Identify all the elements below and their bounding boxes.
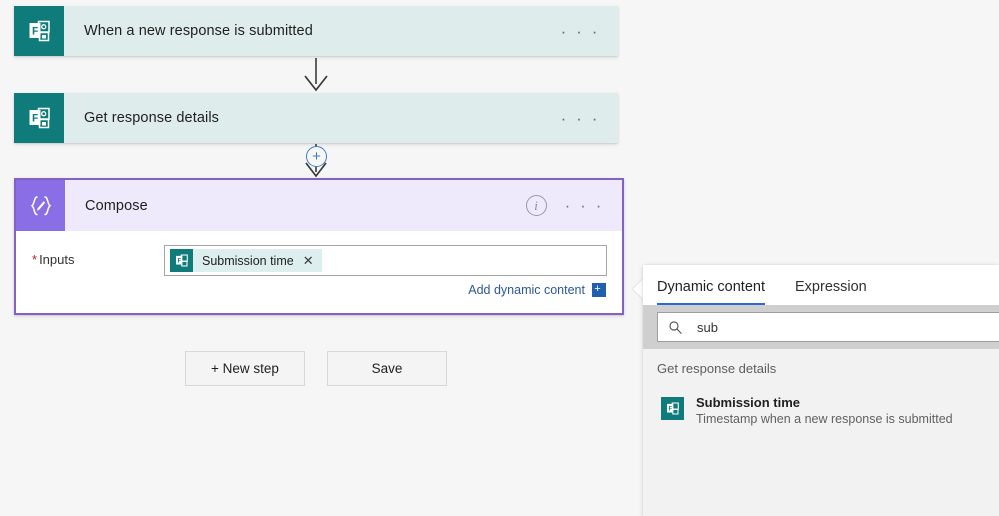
flow-step-card-compose[interactable]: Compose i · · · * Inputs F Submission ti…: [14, 178, 624, 315]
inputs-control: F Submission time ✕ Add dynamic content …: [164, 245, 622, 297]
tab-dynamic-content[interactable]: Dynamic content: [657, 279, 765, 305]
flow-step-card-get-response-details[interactable]: F Get response details · · ·: [14, 93, 618, 143]
close-icon[interactable]: ✕: [303, 254, 314, 267]
insert-step-button[interactable]: +: [306, 146, 327, 167]
step-menu-button[interactable]: · · ·: [551, 110, 618, 127]
dynamic-content-list: Get response details F Submission time T…: [643, 349, 999, 516]
save-button[interactable]: Save: [327, 351, 447, 386]
info-icon[interactable]: i: [525, 195, 547, 216]
token-label: Submission time: [202, 253, 294, 268]
panel-tabs: Dynamic content Expression: [643, 265, 999, 305]
tab-expression[interactable]: Expression: [795, 279, 867, 305]
inputs-field[interactable]: F Submission time ✕: [164, 245, 607, 276]
dynamic-content-item-name: Submission time: [696, 395, 801, 410]
required-marker: *: [32, 252, 38, 267]
power-automate-flow-designer: + F When a new response is submitted · ·…: [0, 0, 999, 516]
microsoft-forms-icon: F: [661, 397, 684, 420]
flow-canvas: + F When a new response is submitted · ·…: [0, 0, 660, 516]
inputs-label-text: Inputs: [39, 252, 75, 267]
dynamic-content-group-title: Get response details: [643, 349, 999, 386]
step-title: When a new response is submitted: [84, 23, 313, 39]
plus-icon: +: [312, 147, 321, 165]
compose-body: * Inputs F Submission time ✕ Add dynamic…: [16, 231, 622, 313]
dynamic-content-item-description: Timestamp when a new response is submitt…: [696, 412, 953, 426]
dynamic-content-item-text: Submission time Timestamp when a new res…: [696, 395, 953, 426]
compose-icon: [16, 180, 65, 231]
microsoft-forms-icon: F: [170, 249, 193, 272]
step-title: Compose: [85, 197, 148, 214]
step-title: Get response details: [84, 110, 219, 126]
inputs-label: * Inputs: [16, 245, 164, 275]
search-icon: [669, 320, 682, 334]
add-dynamic-content-row: Add dynamic content +: [164, 283, 607, 297]
microsoft-forms-icon: F: [14, 6, 64, 56]
dynamic-content-item[interactable]: F Submission time Timestamp when a new r…: [643, 386, 999, 436]
flow-step-card-trigger[interactable]: F When a new response is submitted · · ·: [14, 6, 618, 56]
step-menu-button[interactable]: · · ·: [555, 197, 622, 214]
search-input-value: sub: [697, 319, 718, 335]
step-menu-button[interactable]: · · ·: [551, 23, 618, 40]
card-header: F Get response details · · ·: [14, 93, 618, 143]
dynamic-content-token[interactable]: F Submission time ✕: [170, 249, 322, 272]
new-step-button[interactable]: + New step: [185, 351, 305, 386]
microsoft-forms-icon: F: [14, 93, 64, 143]
search-input[interactable]: sub: [657, 312, 999, 342]
card-header: Compose i · · ·: [16, 180, 622, 231]
add-dynamic-content-badge[interactable]: +: [592, 283, 606, 297]
add-dynamic-content-link[interactable]: Add dynamic content: [468, 283, 585, 297]
panel-search-band: sub: [643, 305, 999, 349]
inputs-field-row: * Inputs F Submission time ✕ Add dynamic…: [16, 245, 622, 297]
card-header: F When a new response is submitted · · ·: [14, 6, 618, 56]
dynamic-content-panel: Dynamic content Expression sub Get respo…: [643, 265, 999, 516]
flow-action-buttons: + New step Save: [185, 351, 447, 386]
